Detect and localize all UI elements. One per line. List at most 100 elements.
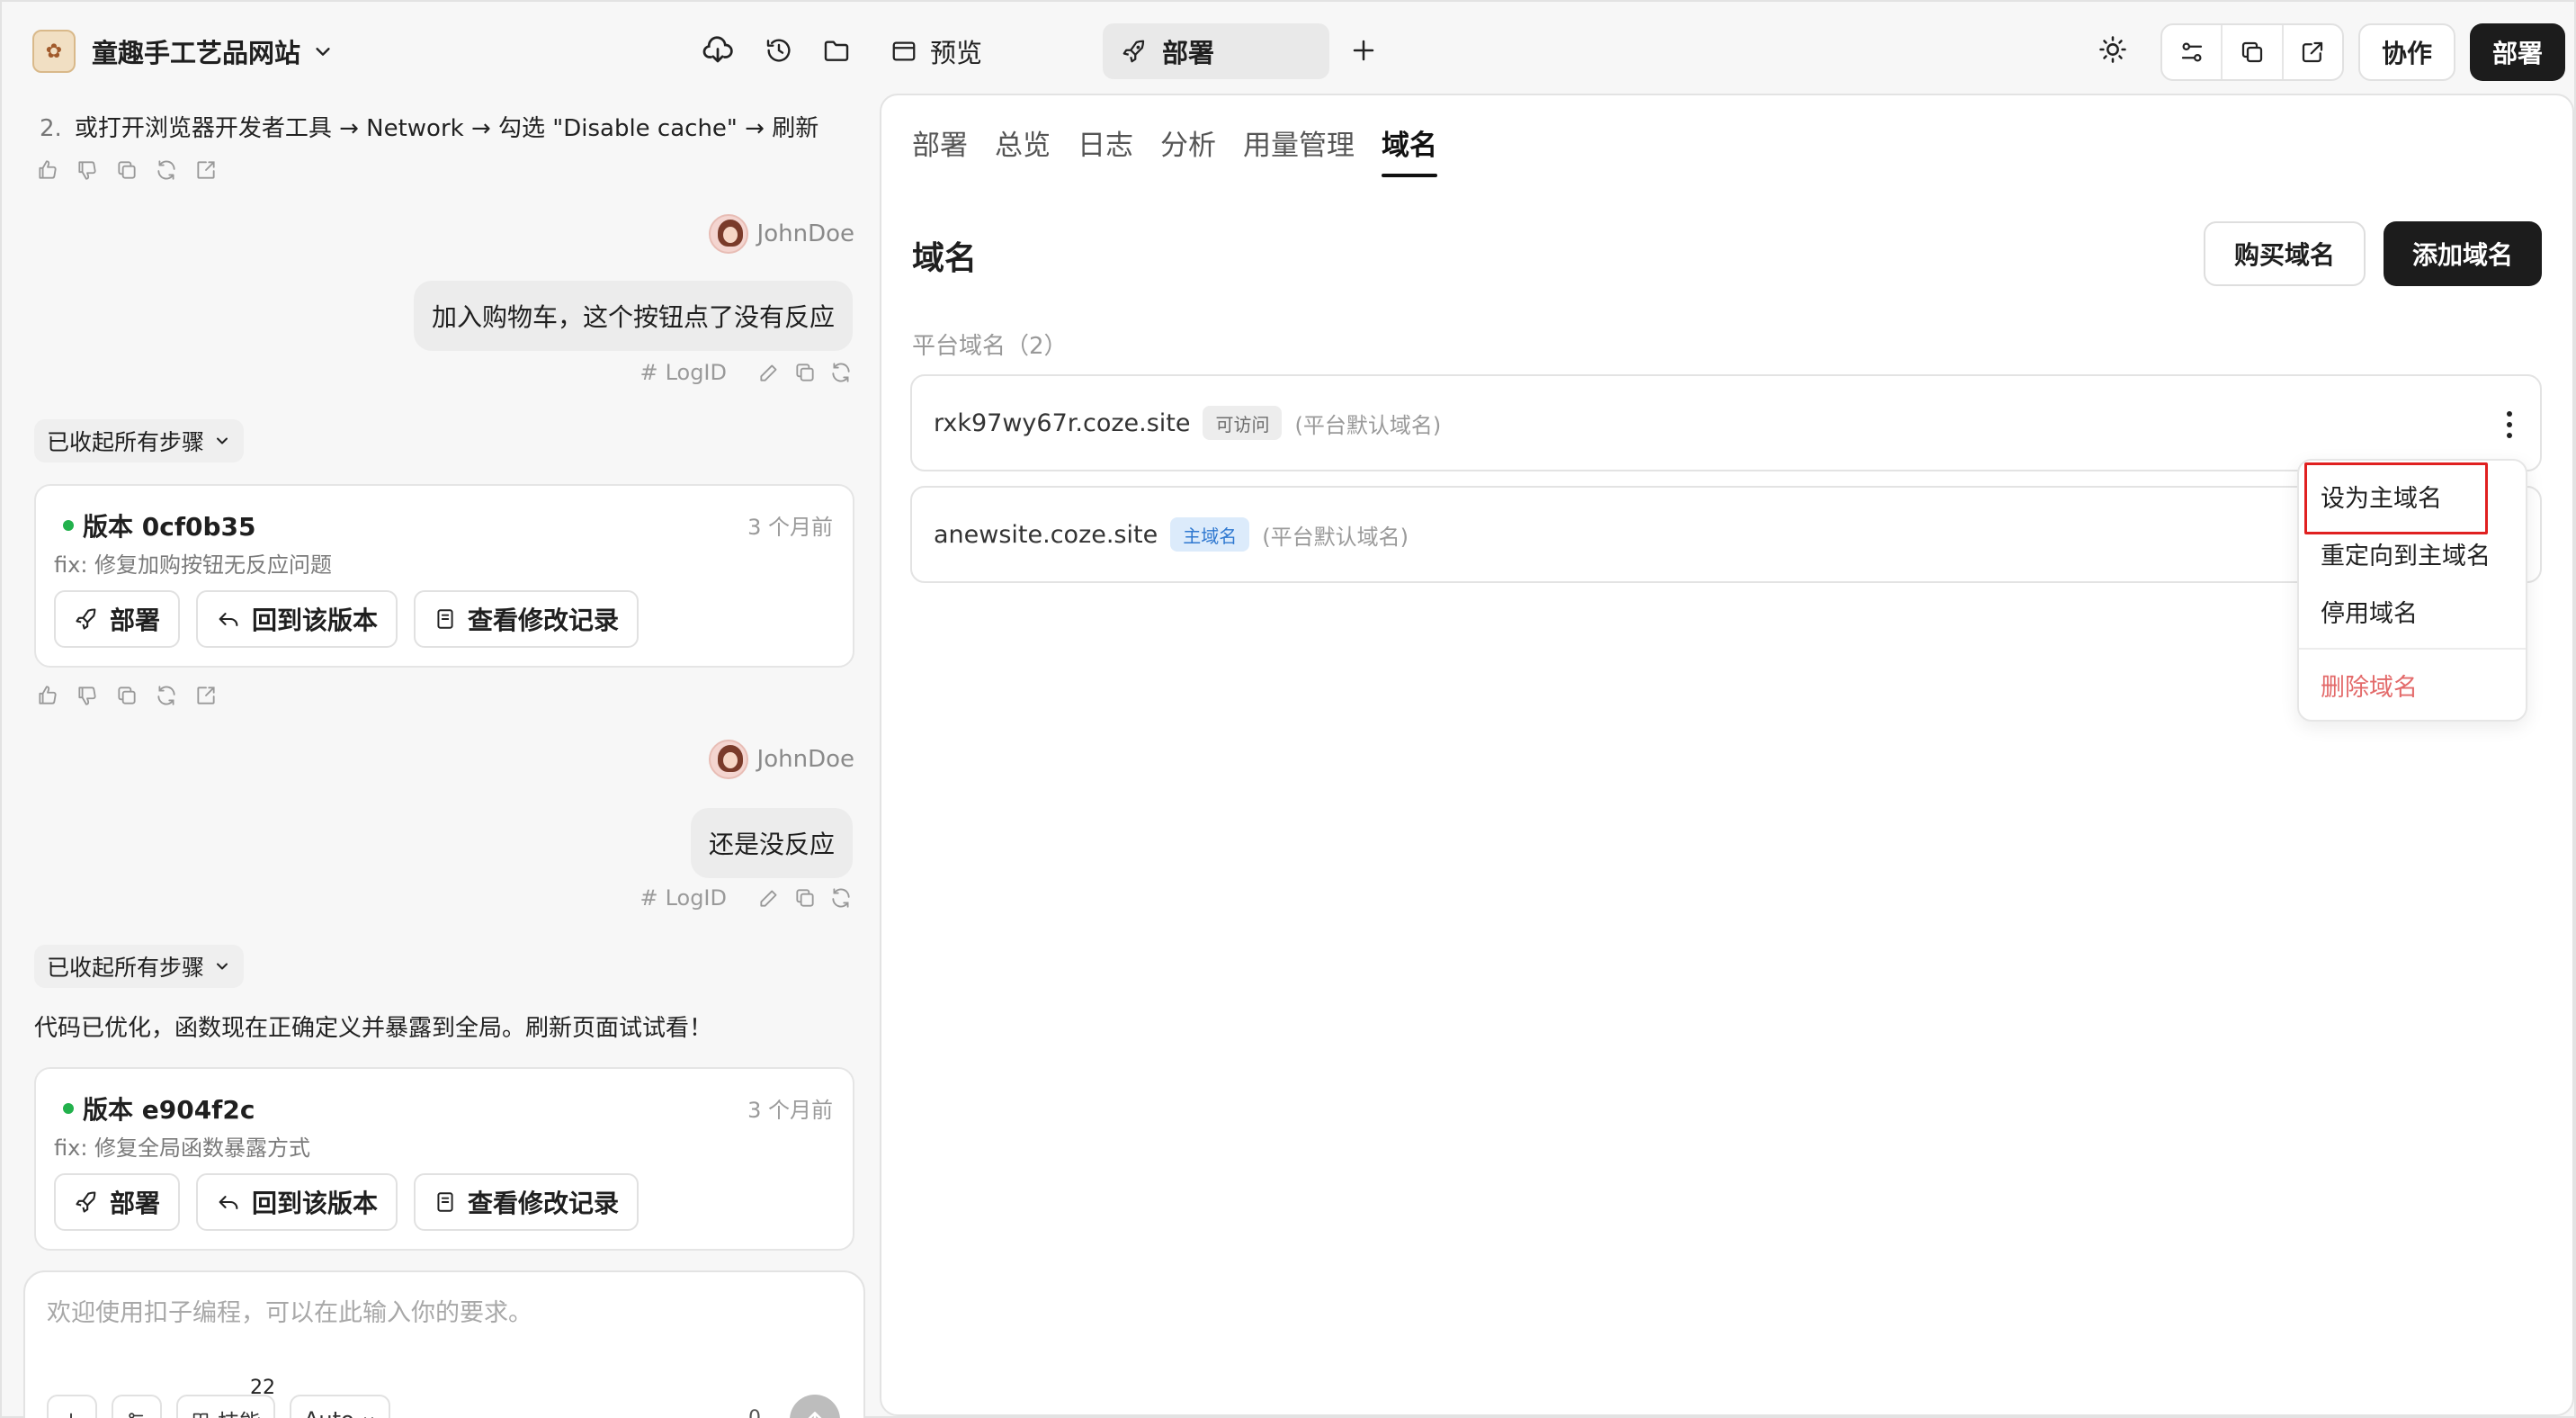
skills-button[interactable]: 技能 22	[176, 1377, 275, 1418]
regenerate-icon[interactable]	[153, 682, 180, 709]
book-icon	[191, 1410, 210, 1418]
share-icon[interactable]	[192, 682, 219, 709]
project-name: 童趣手工艺品网站	[92, 38, 301, 68]
menu-item-disable-domain[interactable]: 停用域名	[2321, 594, 2418, 629]
feedback-row	[34, 682, 219, 709]
tab-summary[interactable]: 总览	[995, 122, 1051, 177]
copy-icon[interactable]	[793, 886, 817, 910]
collapse-steps-toggle[interactable]: 已收起所有步骤	[34, 419, 245, 462]
rocket-icon	[74, 606, 99, 632]
top-bar: ✿ 童趣手工艺品网站 预览 部署 协作 部署	[2, 2, 2576, 97]
version-time: 3 个月前	[747, 1098, 833, 1123]
tab-deploy[interactable]: 部署	[1103, 23, 1329, 79]
chat-panel: 2. 或打开浏览器开发者工具 → Network → 勾选 "Disable ca…	[2, 97, 880, 1418]
undo-icon	[216, 1189, 241, 1215]
view-changes-button[interactable]: 查看修改记录	[414, 590, 640, 648]
add-domain-button[interactable]: 添加域名	[2384, 221, 2542, 286]
history-icon[interactable]	[761, 32, 797, 68]
revert-version-button[interactable]: 回到该版本	[196, 1173, 398, 1231]
project-logo: ✿	[32, 30, 76, 73]
document-icon	[434, 1190, 457, 1214]
version-title: 版本 e904f2c	[63, 1090, 255, 1126]
menu-item-delete-domain[interactable]: 删除域名	[2321, 668, 2418, 703]
attach-button[interactable]	[47, 1395, 97, 1418]
status-badge: 可访问	[1203, 406, 1283, 440]
chat-composer: 技能 22 Auto 0	[23, 1270, 865, 1418]
chevron-down-icon	[313, 41, 333, 61]
more-options-icon[interactable]	[2500, 408, 2518, 441]
thumbs-down-icon[interactable]	[74, 157, 101, 184]
logid-label: LogID	[665, 885, 727, 911]
tab-deploy-label: 部署	[1162, 38, 1215, 68]
user-name: JohnDoe	[756, 220, 854, 247]
model-select-label: Auto	[304, 1407, 354, 1418]
version-deploy-button[interactable]: 部署	[54, 1173, 181, 1231]
logid-button[interactable]: # LogID	[640, 360, 727, 385]
thumbs-up-icon[interactable]	[34, 682, 61, 709]
menu-item-redirect-primary[interactable]: 重定向到主域名	[2321, 536, 2491, 571]
version-commit-message: fix: 修复加购按钮无反应问题	[54, 552, 333, 578]
send-button[interactable]	[790, 1395, 840, 1418]
tab-usage[interactable]: 用量管理	[1243, 122, 1355, 177]
folder-icon[interactable]	[818, 32, 854, 68]
collaborate-button[interactable]: 协作	[2358, 23, 2455, 81]
view-changes-label: 查看修改记录	[468, 1189, 620, 1218]
edit-icon[interactable]	[757, 886, 781, 910]
collapse-steps-toggle[interactable]: 已收起所有步骤	[34, 945, 245, 988]
view-changes-button[interactable]: 查看修改记录	[414, 1173, 640, 1231]
copy-icon[interactable]	[113, 157, 140, 184]
message-actions-row: # LogID	[640, 360, 853, 385]
deploy-button[interactable]: 部署	[2470, 23, 2565, 81]
project-switcher[interactable]: ✿ 童趣手工艺品网站	[32, 29, 333, 74]
version-title-text: 版本 0cf0b35	[83, 512, 256, 542]
instruction-step: 2. 或打开浏览器开发者工具 → Network → 勾选 "Disable ca…	[40, 110, 818, 143]
chevron-down-icon	[213, 957, 231, 975]
options-button[interactable]	[112, 1395, 162, 1418]
app-window: ✿ 童趣手工艺品网站 预览 部署 协作 部署 2. 或打开浏览器开发者工具 → …	[0, 0, 2576, 1418]
copy-icon[interactable]	[2223, 25, 2284, 79]
theme-toggle-sun-icon[interactable]	[2097, 34, 2128, 65]
tab-deploy-overview[interactable]: 部署	[912, 122, 968, 177]
version-card: 版本 0cf0b35 3 个月前 fix: 修复加购按钮无反应问题 部署 回到该…	[34, 484, 854, 668]
tab-preview[interactable]: 预览	[890, 29, 982, 74]
thumbs-down-icon[interactable]	[74, 682, 101, 709]
share-icon[interactable]	[192, 157, 219, 184]
version-card: 版本 e904f2c 3 个月前 fix: 修复全局函数暴露方式 部署 回到该版…	[34, 1067, 854, 1251]
revert-version-label: 回到该版本	[252, 606, 379, 635]
status-dot	[63, 1103, 74, 1114]
status-dot	[63, 520, 74, 531]
regenerate-icon[interactable]	[829, 361, 853, 384]
regenerate-icon[interactable]	[153, 157, 180, 184]
collapse-steps-label: 已收起所有步骤	[47, 429, 205, 455]
assistant-reply: 代码已优化，函数现在正确定义并暴露到全局。刷新页面试试看！	[34, 1015, 713, 1042]
avatar	[708, 740, 748, 779]
settings-sliders-icon	[126, 1410, 146, 1418]
copy-icon[interactable]	[793, 361, 817, 384]
chat-input[interactable]	[47, 1299, 838, 1327]
tab-domains[interactable]: 域名	[1382, 122, 1437, 177]
thumbs-up-icon[interactable]	[34, 157, 61, 184]
version-title-text: 版本 e904f2c	[83, 1095, 255, 1125]
edit-icon[interactable]	[757, 361, 781, 384]
step-number: 2.	[40, 115, 62, 142]
buy-domain-button[interactable]: 购买域名	[2204, 221, 2366, 286]
undo-icon	[216, 606, 241, 632]
tab-logs[interactable]: 日志	[1078, 122, 1133, 177]
version-deploy-button[interactable]: 部署	[54, 590, 181, 648]
tab-analytics[interactable]: 分析	[1160, 122, 1216, 177]
version-actions: 部署 回到该版本 查看修改记录	[54, 590, 640, 648]
open-external-icon[interactable]	[2284, 25, 2342, 79]
skills-count-badge: 22	[250, 1377, 275, 1399]
revert-version-button[interactable]: 回到该版本	[196, 590, 398, 648]
logid-button[interactable]: # LogID	[640, 885, 727, 911]
composer-toolbar: 技能 22 Auto	[47, 1377, 390, 1418]
version-deploy-label: 部署	[110, 606, 161, 635]
settings-sliders-icon[interactable]	[2162, 25, 2223, 79]
regenerate-icon[interactable]	[829, 886, 853, 910]
cloud-download-icon[interactable]	[700, 32, 736, 68]
message-actions-row: # LogID	[640, 885, 853, 911]
model-select[interactable]: Auto	[290, 1395, 390, 1418]
copy-icon[interactable]	[113, 682, 140, 709]
chevron-down-icon	[213, 432, 231, 450]
add-tab-button[interactable]	[1346, 32, 1382, 68]
